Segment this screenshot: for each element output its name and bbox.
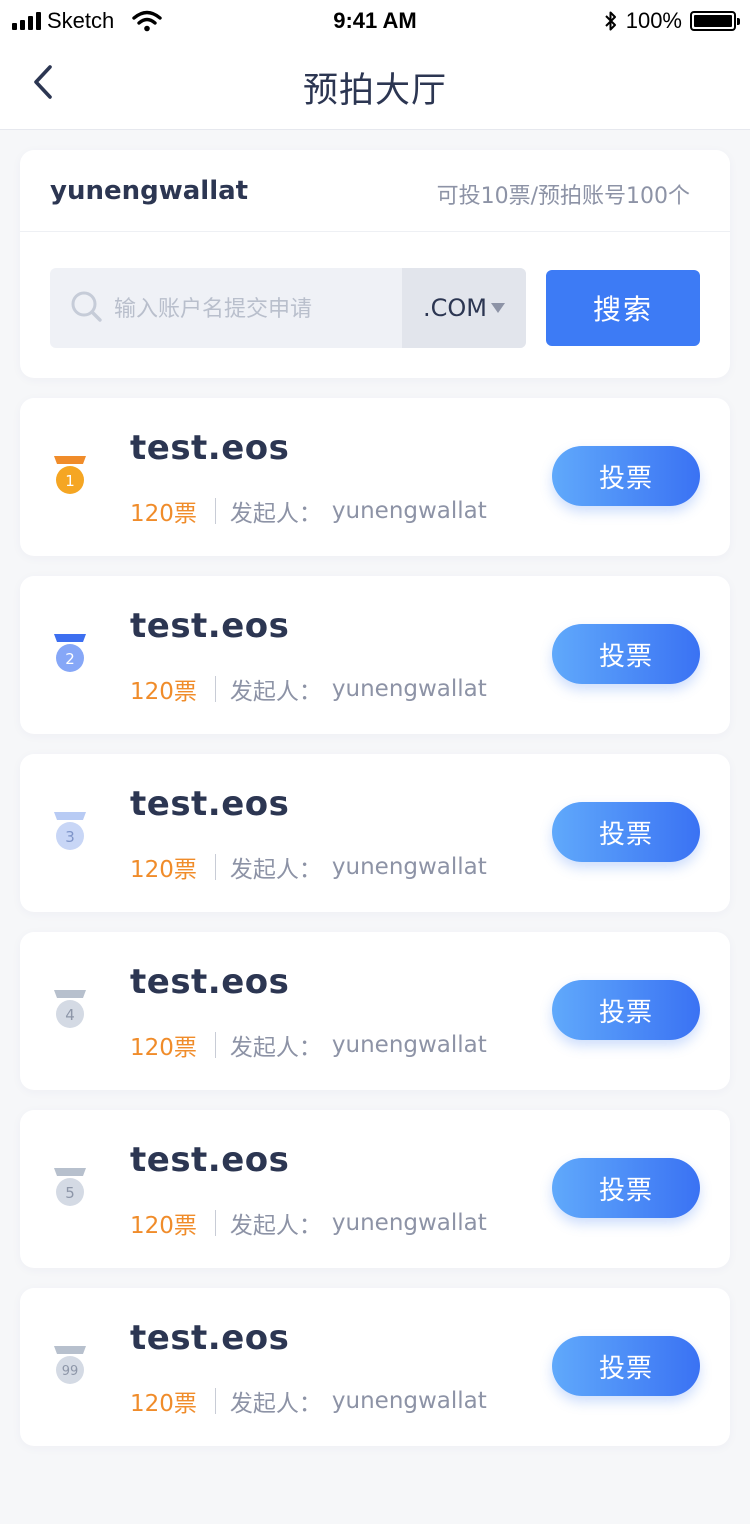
- rank-number: 4: [65, 1006, 75, 1024]
- initiator-label: 发起人：: [229, 857, 322, 883]
- vote-count: 120票: [130, 1391, 197, 1417]
- item-meta: 120票 发起人： yunengwallat: [130, 1384, 487, 1418]
- initiator-name: yunengwallat: [331, 1032, 487, 1058]
- initiator-label: 发起人：: [229, 1391, 322, 1417]
- domain-select[interactable]: .COM: [402, 268, 526, 348]
- rank-medal-icon: 5: [54, 1168, 86, 1206]
- rank-medal-icon: 4: [54, 990, 86, 1028]
- rank-medal-icon: 3: [54, 812, 86, 850]
- initiator-label: 发起人：: [229, 1213, 322, 1239]
- page-title: 预拍大厅: [302, 71, 447, 111]
- status-right: 100%: [604, 8, 740, 34]
- search-icon: [71, 291, 102, 322]
- meta-separator: [214, 1210, 216, 1236]
- vote-count: 120票: [130, 1213, 197, 1239]
- nav-bar: 预拍大厅: [0, 40, 750, 130]
- list-item: 3 test.eos 120票 发起人： yunengwallat 投票: [20, 754, 730, 912]
- rank-number: 5: [65, 1184, 75, 1202]
- rank-number: 3: [65, 828, 75, 846]
- initiator-label: 发起人：: [229, 501, 322, 527]
- initiator-name: yunengwallat: [331, 676, 487, 702]
- item-meta: 120票 发起人： yunengwallat: [130, 1028, 487, 1062]
- list-item: 5 test.eos 120票 发起人： yunengwallat 投票: [20, 1110, 730, 1268]
- vote-count: 120票: [130, 857, 197, 883]
- quota-text: 可投10票/预拍账号100个: [436, 184, 690, 209]
- battery-icon: [690, 11, 740, 31]
- item-name: test.eos: [130, 784, 290, 824]
- vote-button[interactable]: 投票: [552, 802, 700, 862]
- item-name: test.eos: [130, 1140, 290, 1180]
- list-item: 1 test.eos 120票 发起人： yunengwallat 投票: [20, 398, 730, 556]
- caret-down-icon: [490, 303, 505, 313]
- item-meta: 120票 发起人： yunengwallat: [130, 672, 487, 706]
- vote-button[interactable]: 投票: [552, 1336, 700, 1396]
- rank-medal-icon: 1: [54, 456, 86, 494]
- domain-suffix: .COM: [423, 294, 487, 322]
- vote-count: 120票: [130, 1035, 197, 1061]
- vote-count: 120票: [130, 501, 197, 527]
- initiator-name: yunengwallat: [331, 1210, 487, 1236]
- meta-separator: [214, 676, 216, 702]
- vote-button[interactable]: 投票: [552, 446, 700, 506]
- vote-button[interactable]: 投票: [552, 1158, 700, 1218]
- rank-number: 2: [65, 650, 75, 668]
- meta-separator: [214, 498, 216, 524]
- divider: [20, 231, 730, 232]
- search-button[interactable]: 搜索: [546, 270, 700, 346]
- list-item: 4 test.eos 120票 发起人： yunengwallat 投票: [20, 932, 730, 1090]
- initiator-name: yunengwallat: [331, 498, 487, 524]
- item-meta: 120票 发起人： yunengwallat: [130, 850, 487, 884]
- status-bar: Sketch 9:41 AM 100%: [0, 0, 750, 40]
- rank-medal-icon: 2: [54, 634, 86, 672]
- rank-number: 99: [62, 1364, 79, 1379]
- vote-button[interactable]: 投票: [552, 624, 700, 684]
- search-box: .COM: [50, 268, 526, 348]
- battery-percent: 100%: [625, 8, 682, 33]
- initiator-name: yunengwallat: [331, 854, 487, 880]
- rank-medal-icon: 99: [54, 1346, 86, 1384]
- item-meta: 120票 发起人： yunengwallat: [130, 1206, 487, 1240]
- item-meta: 120票 发起人： yunengwallat: [130, 494, 487, 528]
- rank-number: 1: [65, 472, 75, 490]
- account-name: yunengwallat: [50, 176, 249, 206]
- bluetooth-icon: [605, 11, 616, 31]
- item-name: test.eos: [130, 428, 290, 468]
- meta-separator: [214, 854, 216, 880]
- list-item: 99 test.eos 120票 发起人： yunengwallat 投票: [20, 1288, 730, 1446]
- search-input[interactable]: [112, 268, 404, 348]
- vote-count: 120票: [130, 679, 197, 705]
- initiator-label: 发起人：: [229, 1035, 322, 1061]
- item-name: test.eos: [130, 606, 290, 646]
- search-card: yunengwallat 可投10票/预拍账号100个 .COM 搜索: [20, 150, 730, 378]
- vote-button[interactable]: 投票: [552, 980, 700, 1040]
- meta-separator: [214, 1032, 216, 1058]
- list-item: 2 test.eos 120票 发起人： yunengwallat 投票: [20, 576, 730, 734]
- item-name: test.eos: [130, 962, 290, 1002]
- initiator-name: yunengwallat: [331, 1388, 487, 1414]
- item-name: test.eos: [130, 1318, 290, 1358]
- initiator-label: 发起人：: [229, 679, 322, 705]
- meta-separator: [214, 1388, 216, 1414]
